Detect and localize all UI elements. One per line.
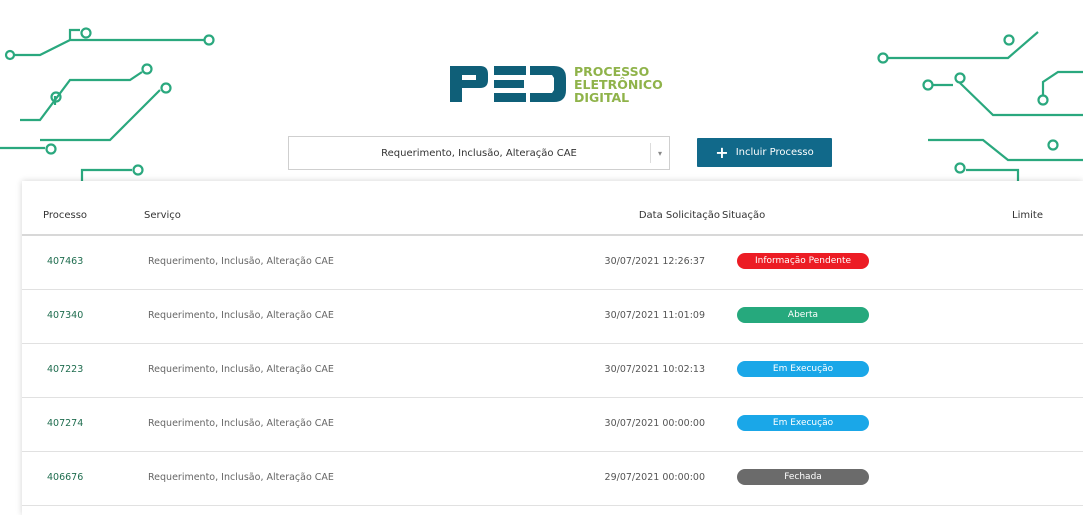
table-header: Processo Serviço Data Solicitação Situaç… bbox=[22, 181, 1083, 236]
process-number-link[interactable]: 407340 bbox=[47, 310, 83, 321]
service-cell: Requerimento, Inclusão, Alteração CAE bbox=[148, 256, 334, 267]
status-badge: Informação Pendente bbox=[737, 253, 869, 269]
column-header-limite[interactable]: Limite bbox=[1012, 210, 1043, 221]
date-cell: 30/07/2021 10:02:13 bbox=[604, 364, 705, 375]
date-cell: 29/07/2021 00:00:00 bbox=[604, 472, 705, 483]
table-row[interactable]: 407463 Requerimento, Inclusão, Alteração… bbox=[22, 236, 1083, 290]
add-process-label: Incluir Processo bbox=[735, 147, 814, 158]
table-row[interactable]: 406676 Requerimento, Inclusão, Alteração… bbox=[22, 452, 1083, 506]
service-cell: Requerimento, Inclusão, Alteração CAE bbox=[148, 418, 334, 429]
date-cell: 30/07/2021 00:00:00 bbox=[604, 418, 705, 429]
add-process-button[interactable]: + Incluir Processo bbox=[697, 138, 832, 167]
logo-line-3: DIGITAL bbox=[574, 90, 630, 105]
table-row[interactable]: 407223 Requerimento, Inclusão, Alteração… bbox=[22, 344, 1083, 398]
ped-logo-mark bbox=[450, 66, 566, 102]
ped-logo-text: PROCESSO ELETRÔNICO DIGITAL bbox=[574, 65, 663, 104]
table-row[interactable]: 407274 Requerimento, Inclusão, Alteração… bbox=[22, 398, 1083, 452]
status-badge: Em Execução bbox=[737, 361, 869, 377]
service-cell: Requerimento, Inclusão, Alteração CAE bbox=[148, 472, 334, 483]
process-table: Processo Serviço Data Solicitação Situaç… bbox=[22, 181, 1083, 515]
ped-logo: PROCESSO ELETRÔNICO DIGITAL bbox=[450, 60, 680, 120]
plus-icon: + bbox=[715, 142, 729, 162]
status-badge: Aberta bbox=[737, 307, 869, 323]
column-header-processo[interactable]: Processo bbox=[43, 210, 87, 221]
circuit-decoration-right bbox=[877, 31, 1083, 185]
service-cell: Requerimento, Inclusão, Alteração CAE bbox=[148, 310, 334, 321]
status-badge: Em Execução bbox=[737, 415, 869, 431]
date-cell: 30/07/2021 11:01:09 bbox=[604, 310, 705, 321]
circuit-decoration-left bbox=[0, 27, 215, 185]
date-cell: 30/07/2021 12:26:37 bbox=[604, 256, 705, 267]
process-number-link[interactable]: 407274 bbox=[47, 418, 83, 429]
process-number-link[interactable]: 406676 bbox=[47, 472, 83, 483]
service-cell: Requerimento, Inclusão, Alteração CAE bbox=[148, 364, 334, 375]
chevron-down-icon[interactable]: ▾ bbox=[650, 143, 669, 163]
column-header-data[interactable]: Data Solicitação bbox=[639, 210, 720, 221]
service-select-value: Requerimento, Inclusão, Alteração CAE bbox=[381, 147, 577, 159]
column-header-servico[interactable]: Serviço bbox=[144, 210, 181, 221]
table-row[interactable]: 407340 Requerimento, Inclusão, Alteração… bbox=[22, 290, 1083, 344]
service-select[interactable]: Requerimento, Inclusão, Alteração CAE ▾ bbox=[288, 136, 670, 170]
column-header-situacao[interactable]: Situação bbox=[722, 210, 765, 221]
process-number-link[interactable]: 407223 bbox=[47, 364, 83, 375]
status-badge: Fechada bbox=[737, 469, 869, 485]
process-number-link[interactable]: 407463 bbox=[47, 256, 83, 267]
